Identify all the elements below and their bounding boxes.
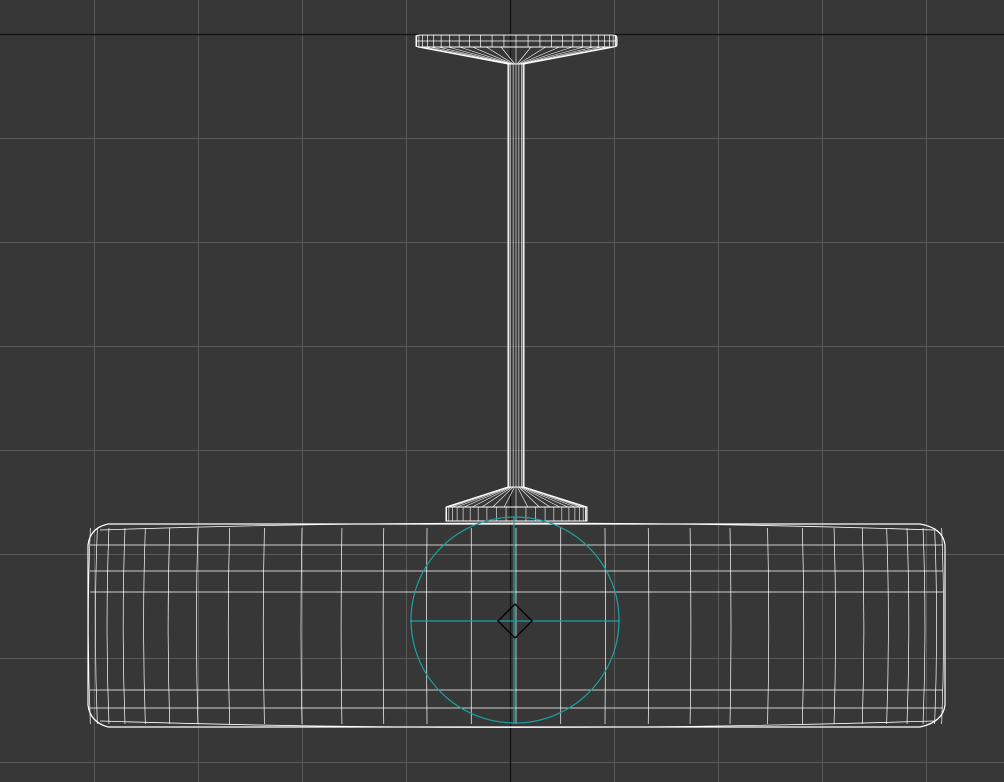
mount-cone-rib [457, 486, 510, 508]
shade-segment [95, 527, 98, 725]
shade-segment [88, 527, 91, 725]
shade-segment [262, 527, 265, 725]
mount-cone-rib [452, 486, 509, 508]
shade-segment [886, 527, 889, 725]
viewport-canvas[interactable] [0, 0, 1004, 782]
canopy-cone-rib [430, 46, 510, 65]
shade-segment [833, 527, 836, 725]
mount-cone-rib [503, 486, 515, 508]
shade-segment [802, 527, 805, 725]
mount-cone-rib [522, 486, 575, 508]
shade-segment [922, 527, 926, 725]
rotate-gizmo[interactable] [410, 516, 620, 724]
canopy-cone-rib [438, 46, 510, 65]
rotate-circle-icon [410, 516, 620, 724]
shade-segment [196, 527, 199, 725]
shade-segment [934, 527, 937, 725]
suspension-rod[interactable] [507, 64, 525, 487]
shade-segment [167, 527, 171, 725]
shade-segment [729, 527, 732, 725]
canopy-cone-rib [523, 46, 613, 65]
mount-cone-rib [517, 486, 529, 508]
shade-segment [143, 527, 146, 725]
ceiling-canopy[interactable] [415, 34, 618, 65]
shade-segment [122, 527, 126, 725]
shade-segment [767, 527, 770, 725]
shade-segment [906, 527, 910, 725]
shade-mount[interactable] [445, 486, 588, 522]
shade-segment [106, 527, 110, 725]
shade-segment [647, 527, 650, 725]
grid-lines [0, 0, 1004, 782]
mount-cone-outline [445, 486, 588, 508]
viewport-front[interactable] [0, 0, 1004, 782]
mount-collar [445, 506, 588, 522]
shade-segment [689, 527, 692, 725]
shade-segment [227, 527, 230, 725]
canopy-cone-rib [522, 46, 594, 65]
shade-segment [300, 527, 303, 725]
shade-segment [382, 527, 385, 725]
shade-segment [941, 527, 944, 725]
lamp-shade[interactable] [87, 522, 946, 728]
canopy-cone-rib [448, 46, 511, 65]
shade-segment [861, 527, 865, 725]
world-axes [0, 0, 1004, 782]
shade-segment [340, 527, 343, 725]
canopy-cone-rib [521, 46, 584, 65]
